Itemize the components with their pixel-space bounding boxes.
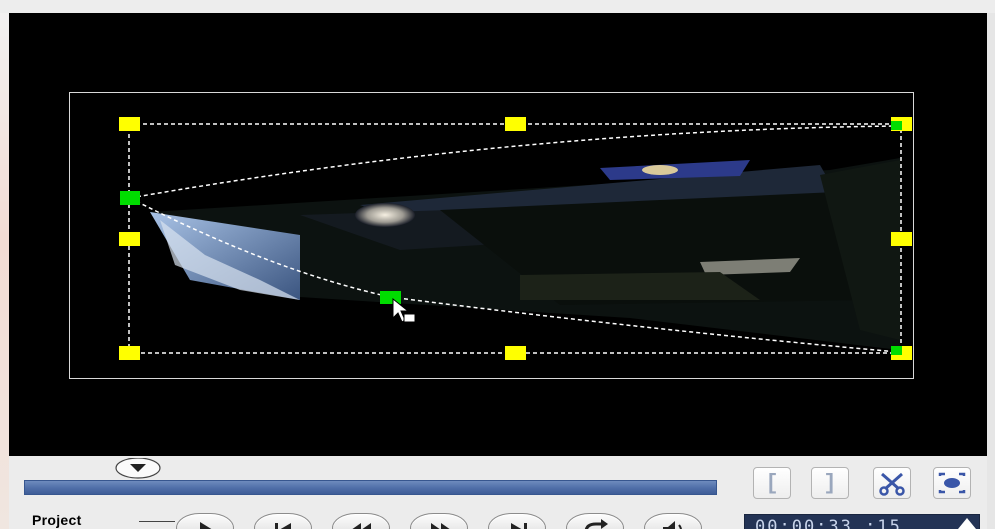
timecode-display[interactable]: 00:00:33 :15 — [744, 514, 980, 529]
enlarge-icon — [938, 472, 966, 494]
project-label: Project — [32, 512, 82, 528]
previous-frame-button[interactable] — [332, 513, 390, 529]
repeat-button[interactable] — [566, 513, 624, 529]
scissors-icon — [879, 472, 905, 496]
warp-handle-bottom-left[interactable] — [380, 291, 401, 304]
cut-button[interactable] — [873, 467, 911, 499]
play-icon — [200, 522, 212, 529]
rewind-icon — [352, 523, 371, 529]
scrub-timeline-bar[interactable] — [24, 480, 717, 495]
project-connector-line — [139, 521, 175, 522]
resize-handle-middle-right[interactable] — [891, 232, 912, 246]
repeat-icon — [584, 519, 608, 529]
resize-handle-top-left[interactable] — [119, 117, 140, 131]
warp-handle-bottom-right[interactable] — [891, 346, 902, 355]
go-to-start-icon — [275, 523, 291, 529]
volume-button[interactable] — [644, 513, 702, 529]
speaker-icon — [663, 521, 682, 529]
warp-handle-top-left[interactable] — [120, 191, 140, 205]
top-edge-strip — [0, 0, 995, 13]
resize-handle-top-middle[interactable] — [505, 117, 526, 131]
resize-handle-middle-left[interactable] — [119, 232, 140, 246]
mark-in-label: [ — [765, 470, 779, 496]
play-button[interactable] — [176, 513, 234, 529]
go-to-end-button[interactable] — [488, 513, 546, 529]
warp-handle-top-right[interactable] — [891, 121, 902, 130]
fast-forward-icon — [431, 523, 450, 529]
left-edge-strip — [0, 0, 9, 529]
scrub-handle[interactable] — [114, 458, 162, 480]
frame-boundary — [69, 92, 914, 379]
go-to-start-button[interactable] — [254, 513, 312, 529]
fullscreen-button[interactable] — [933, 467, 971, 499]
mark-out-button[interactable]: ] — [811, 467, 849, 499]
mark-out-label: ] — [823, 470, 837, 496]
resize-handle-bottom-middle[interactable] — [505, 346, 526, 360]
resize-handle-bottom-left[interactable] — [119, 346, 140, 360]
timecode-up-arrow-icon[interactable] — [958, 518, 976, 529]
next-frame-button[interactable] — [410, 513, 468, 529]
mark-in-button[interactable]: [ — [753, 467, 791, 499]
go-to-end-icon — [511, 523, 527, 529]
